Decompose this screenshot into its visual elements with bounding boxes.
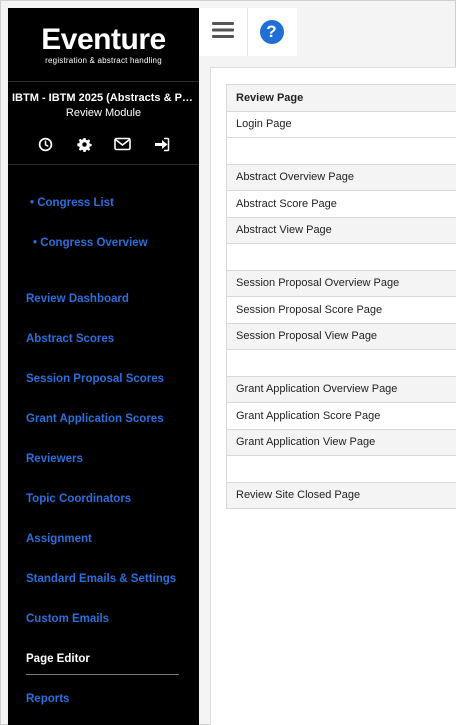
- active-item-underline: [26, 674, 179, 675]
- sidebar-item-session-proposal-scores[interactable]: Session Proposal Scores: [26, 373, 164, 385]
- sidebar-item-grant-application-scores[interactable]: Grant Application Scores: [26, 413, 164, 425]
- table-row[interactable]: Session Proposal View Page: [226, 322, 456, 350]
- empty-cell: [226, 137, 456, 165]
- sidebar-item-congress-overview[interactable]: • Congress Overview: [33, 237, 148, 249]
- table-row[interactable]: Grant Application Overview Page: [226, 375, 456, 403]
- clock-icon[interactable]: [34, 137, 56, 152]
- table-row: [226, 137, 456, 165]
- table-row[interactable]: Session Proposal Overview Page: [226, 269, 456, 297]
- table-row: Review Page: [226, 84, 456, 112]
- table-row[interactable]: Review Site Closed Page: [226, 481, 456, 509]
- page-link-grant-application-score[interactable]: Grant Application Score Page: [226, 402, 456, 430]
- page-link-grant-application-overview[interactable]: Grant Application Overview Page: [226, 375, 456, 403]
- table-row[interactable]: Abstract View Page: [226, 216, 456, 244]
- sidebar-item-reviewers[interactable]: Reviewers: [26, 453, 83, 465]
- page-list-table: Review Page Login Page Abstract Overview…: [226, 84, 456, 509]
- gear-icon[interactable]: [73, 137, 95, 152]
- sign-out-icon[interactable]: [151, 137, 173, 152]
- sidebar-divider: [8, 164, 199, 165]
- sidebar-item-review-dashboard[interactable]: Review Dashboard: [26, 293, 129, 305]
- page-list-header: Review Page: [226, 84, 456, 112]
- sidebar-item-reports[interactable]: Reports: [26, 693, 69, 705]
- sidebar-item-assignment[interactable]: Assignment: [26, 533, 92, 545]
- table-row[interactable]: Login Page: [226, 110, 456, 138]
- top-toolbar: ?: [199, 8, 297, 56]
- table-row: [226, 455, 456, 483]
- table-row[interactable]: Grant Application View Page: [226, 428, 456, 456]
- page-link-abstract-view[interactable]: Abstract View Page: [226, 216, 456, 244]
- envelope-icon[interactable]: [112, 137, 134, 151]
- logo-wordmark: Eventure: [41, 22, 166, 56]
- main-content: Review Page Login Page Abstract Overview…: [210, 67, 456, 725]
- help-icon: ?: [259, 20, 284, 44]
- table-row: [226, 349, 456, 377]
- sidebar-item-congress-list[interactable]: • Congress List: [30, 197, 114, 209]
- page-link-abstract-score[interactable]: Abstract Score Page: [226, 190, 456, 218]
- empty-cell: [226, 243, 456, 271]
- module-name: Review Module: [65, 107, 142, 119]
- table-row[interactable]: Abstract Score Page: [226, 190, 456, 218]
- page-link-session-proposal-view[interactable]: Session Proposal View Page: [226, 322, 456, 350]
- quick-actions: [8, 133, 199, 155]
- sidebar-item-standard-emails-settings[interactable]: Standard Emails & Settings: [26, 573, 176, 585]
- page-link-session-proposal-score[interactable]: Session Proposal Score Page: [226, 296, 456, 324]
- table-row[interactable]: Grant Application Score Page: [226, 402, 456, 430]
- logo[interactable]: Eventure registration & abstract handlin…: [8, 8, 199, 82]
- table-row[interactable]: Abstract Overview Page: [226, 163, 456, 191]
- page-link-abstract-overview[interactable]: Abstract Overview Page: [226, 163, 456, 191]
- sidebar-item-custom-emails[interactable]: Custom Emails: [26, 613, 109, 625]
- page-link-review-site-closed[interactable]: Review Site Closed Page: [226, 481, 456, 509]
- logo-tagline: registration & abstract handling: [45, 55, 162, 65]
- sidebar-item-page-editor[interactable]: Page Editor: [26, 653, 90, 665]
- sidebar-item-abstract-scores[interactable]: Abstract Scores: [26, 333, 114, 345]
- empty-cell: [226, 349, 456, 377]
- sidebar-item-topic-coordinators[interactable]: Topic Coordinators: [26, 493, 131, 505]
- hamburger-icon: [212, 21, 234, 44]
- help-button[interactable]: ?: [247, 8, 295, 56]
- page-link-session-proposal-overview[interactable]: Session Proposal Overview Page: [226, 269, 456, 297]
- table-row[interactable]: Session Proposal Score Page: [226, 296, 456, 324]
- event-title: IBTM - IBTM 2025 (Abstracts & Par...: [12, 92, 199, 104]
- menu-toggle-button[interactable]: [199, 8, 247, 56]
- page-link-grant-application-view[interactable]: Grant Application View Page: [226, 428, 456, 456]
- table-row: [226, 243, 456, 271]
- empty-cell: [226, 455, 456, 483]
- sidebar: Eventure registration & abstract handlin…: [8, 8, 199, 725]
- page-link-login[interactable]: Login Page: [226, 110, 456, 138]
